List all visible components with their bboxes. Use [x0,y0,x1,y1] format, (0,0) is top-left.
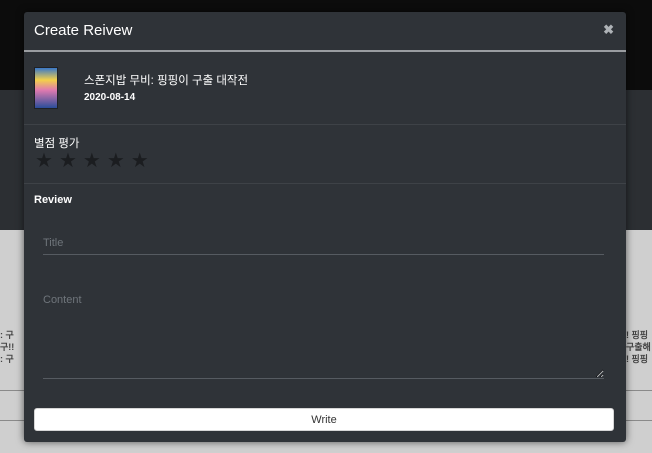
background-text-fragment: : 구 구!!: 구 [0,330,15,364]
review-content-textarea[interactable] [43,294,604,379]
star-icon[interactable]: ★ [59,149,77,173]
write-button[interactable]: Write [34,408,614,431]
close-icon[interactable]: ✖ [603,22,614,38]
star-icon[interactable]: ★ [131,149,149,173]
modal-header: Create Reivew ✖ [24,12,626,52]
star-icon[interactable]: ★ [107,149,125,173]
create-review-modal: Create Reivew ✖ 스폰지밥 무비: 핑핑이 구출 대작전 2020… [24,12,626,442]
background-text-fragment: ! 핑핑 구출해! 핑핑 [626,330,651,364]
star-icon[interactable]: ★ [83,149,101,173]
section-divider [24,124,626,125]
modal-title: Create Reivew [34,22,133,39]
star-rating: ★ ★ ★ ★ ★ [35,149,149,173]
star-icon[interactable]: ★ [35,149,53,173]
movie-title: 스폰지밥 무비: 핑핑이 구출 대작전 [84,75,249,87]
movie-poster [34,67,58,109]
review-title-input[interactable] [43,232,604,255]
section-divider [24,183,626,184]
movie-release-date: 2020-08-14 [84,92,136,103]
review-label: Review [34,194,72,206]
